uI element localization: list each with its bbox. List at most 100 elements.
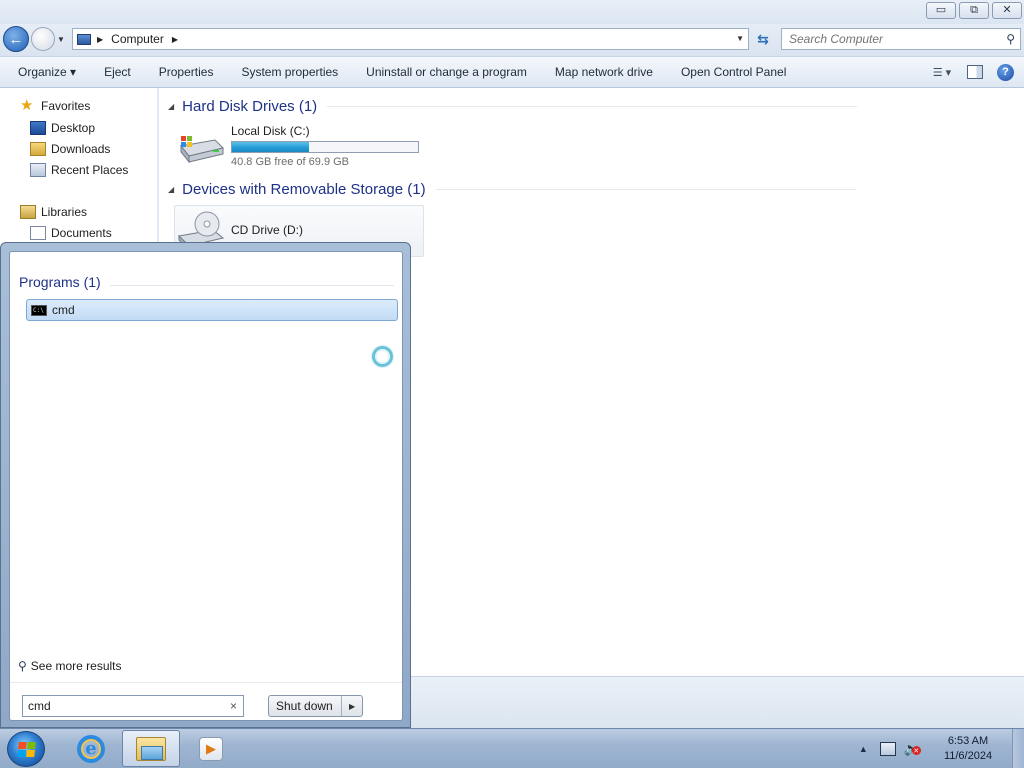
refresh-icon: ⇆ <box>757 30 769 47</box>
nav-documents[interactable]: Documents <box>30 226 112 240</box>
start-menu-results-panel: Programs (1) C:\ cmd ⚲ See more results … <box>9 251 403 721</box>
drive-free-space: 40.8 GB free of 69.9 GB <box>231 156 350 168</box>
window-controls: ▭ ⧉ ✕ <box>926 2 1022 19</box>
minimize-button[interactable]: ▭ <box>926 2 956 19</box>
taskbar: e ▶ ▲ 🔈✕ 6:53 AM 11/6/2024 <box>0 728 1024 768</box>
map-network-drive-button[interactable]: Map network drive <box>541 65 667 79</box>
preview-pane-icon[interactable] <box>967 65 983 79</box>
recent-pages-dropdown[interactable]: ▼ <box>57 35 65 44</box>
address-bar[interactable]: ▶ Computer ▶ ▼ <box>72 28 749 50</box>
address-dropdown-icon[interactable]: ▼ <box>736 34 744 43</box>
uninstall-program-button[interactable]: Uninstall or change a program <box>352 65 541 79</box>
properties-button[interactable]: Properties <box>145 65 228 79</box>
shut-down-options-arrow-icon[interactable]: ▶ <box>341 696 362 716</box>
refresh-button[interactable]: ⇆ <box>751 28 775 50</box>
drive-local-disk-c[interactable]: Local Disk (C:) 40.8 GB free of 69.9 GB <box>231 124 419 168</box>
taskbar-internet-explorer[interactable]: e <box>62 730 120 767</box>
shut-down-label[interactable]: Shut down <box>269 699 341 713</box>
change-view-icon[interactable]: ☰ ▾ <box>931 63 953 81</box>
organize-menu[interactable]: Organize ▾ <box>0 65 90 79</box>
search-box[interactable]: ⚲ <box>781 28 1021 50</box>
group-header-hard-disk-drives[interactable]: ◢ Hard Disk Drives (1) <box>168 98 858 115</box>
nav-label: Recent Places <box>51 163 129 177</box>
taskbar-media-player[interactable]: ▶ <box>182 730 240 767</box>
media-player-icon: ▶ <box>199 736 223 761</box>
show-hidden-icons-icon[interactable]: ▲ <box>859 744 868 754</box>
eject-button[interactable]: Eject <box>90 65 145 79</box>
help-icon[interactable]: ? <box>997 63 1014 81</box>
desktop-icon <box>30 121 46 135</box>
result-label: cmd <box>52 303 75 317</box>
nav-label: Libraries <box>41 205 88 219</box>
hard-drive-icon <box>180 136 224 164</box>
back-button[interactable]: ← <box>3 26 29 52</box>
group-divider <box>435 189 856 190</box>
programs-divider <box>110 285 394 286</box>
restore-button[interactable]: ⧉ <box>959 2 989 19</box>
window-titlebar: ▭ ⧉ ✕ <box>0 0 1024 24</box>
drive-name: Local Disk (C:) <box>231 124 310 138</box>
close-button[interactable]: ✕ <box>992 2 1022 19</box>
volume-muted-icon[interactable]: 🔈✕ <box>904 741 921 757</box>
breadcrumb-separator-icon[interactable]: ▶ <box>172 35 178 44</box>
collapse-icon[interactable]: ◢ <box>168 185 174 194</box>
command-bar: Organize ▾ Eject Properties System prope… <box>0 56 1024 88</box>
nav-label: Downloads <box>51 142 111 156</box>
taskbar-windows-explorer[interactable] <box>122 730 180 767</box>
drive-name: CD Drive (D:) <box>231 223 303 237</box>
windows-explorer-icon <box>136 736 166 761</box>
group-header-removable-storage[interactable]: ◢ Devices with Removable Storage (1) <box>168 181 856 198</box>
nav-favorites[interactable]: ★ Favorites <box>20 97 91 114</box>
downloads-folder-icon <box>30 142 46 156</box>
windows-logo-icon <box>16 741 36 757</box>
group-title: Hard Disk Drives (1) <box>182 98 318 115</box>
start-menu-divider <box>10 682 402 683</box>
disk-usage-fill <box>232 142 310 152</box>
search-input[interactable] <box>789 32 989 46</box>
internet-explorer-icon: e <box>77 734 105 763</box>
back-arrow-icon: ← <box>8 30 24 48</box>
search-icon[interactable]: ⚲ <box>1006 32 1015 46</box>
view-controls: ☰ ▾ ? <box>931 63 1014 81</box>
start-search-input[interactable] <box>28 699 218 713</box>
documents-icon <box>30 226 46 240</box>
network-icon[interactable] <box>879 742 896 756</box>
breadcrumb-separator-icon[interactable]: ▶ <box>97 35 103 44</box>
start-menu: Programs (1) C:\ cmd ⚲ See more results … <box>0 242 411 728</box>
nav-desktop[interactable]: Desktop <box>30 121 95 135</box>
disk-usage-bar <box>231 141 419 153</box>
group-divider <box>327 106 858 107</box>
see-more-results-link[interactable]: ⚲ See more results <box>18 659 122 673</box>
clear-search-icon[interactable]: × <box>230 699 237 713</box>
forward-button[interactable] <box>31 27 55 51</box>
nav-recent-places[interactable]: Recent Places <box>30 163 128 177</box>
show-desktop-button[interactable] <box>1012 729 1024 768</box>
search-result-cmd[interactable]: C:\ cmd <box>26 299 398 321</box>
nav-label: Documents <box>51 226 112 240</box>
group-title: Devices with Removable Storage (1) <box>182 181 426 198</box>
shut-down-button[interactable]: Shut down ▶ <box>268 695 363 717</box>
nav-libraries[interactable]: Libraries <box>20 205 87 219</box>
star-icon: ★ <box>20 97 34 114</box>
nav-downloads[interactable]: Downloads <box>30 142 110 156</box>
address-row: ← ▼ ▶ Computer ▶ ▼ ⇆ ⚲ <box>0 24 1024 56</box>
command-prompt-icon: C:\ <box>31 304 47 316</box>
busy-spinner-icon <box>372 346 393 367</box>
start-button[interactable] <box>7 731 45 767</box>
programs-header[interactable]: Programs (1) <box>19 274 101 290</box>
start-search-box[interactable]: × <box>22 695 244 717</box>
nav-label: Favorites <box>41 99 91 113</box>
clock[interactable]: 6:53 AM 11/6/2024 <box>932 734 1004 764</box>
clock-time: 6:53 AM <box>947 735 989 747</box>
libraries-icon <box>20 205 36 219</box>
clock-date: 11/6/2024 <box>943 750 993 762</box>
breadcrumb-computer[interactable]: Computer <box>111 32 164 46</box>
recent-places-icon <box>30 163 46 177</box>
system-tray: ▲ 🔈✕ 6:53 AM 11/6/2024 <box>859 729 1024 768</box>
search-icon: ⚲ <box>18 659 27 673</box>
computer-icon <box>77 33 91 45</box>
collapse-icon[interactable]: ◢ <box>168 102 174 111</box>
see-more-label: See more results <box>30 659 122 673</box>
open-control-panel-button[interactable]: Open Control Panel <box>667 65 800 79</box>
system-properties-button[interactable]: System properties <box>227 65 352 79</box>
